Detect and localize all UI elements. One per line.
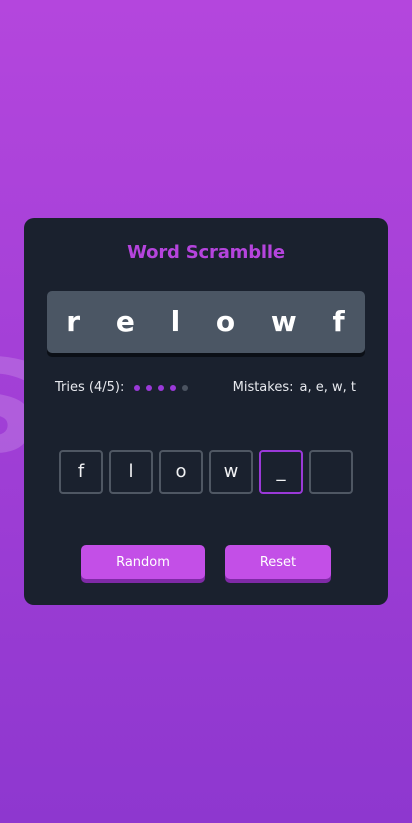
mistakes-indicator: Mistakes: a, e, w, t	[233, 380, 356, 395]
scrambled-word-display: r e l o w f	[47, 291, 365, 353]
reset-button[interactable]: Reset	[225, 545, 331, 579]
try-dot-1	[134, 384, 141, 391]
tries-indicator: Tries (4/5):	[55, 380, 189, 395]
mistakes-letters: a, e, w, t	[299, 380, 357, 395]
try-dot-5	[182, 384, 189, 391]
try-dot-3	[158, 384, 165, 391]
tries-dots	[134, 384, 189, 391]
mistakes-label: Mistakes:	[232, 380, 294, 395]
try-dot-4	[170, 384, 177, 391]
letter-slot-2[interactable]: l	[109, 450, 153, 494]
letter-slot-6[interactable]	[309, 450, 353, 494]
game-card: Word Scramblle r e l o w f Tries (4/5): …	[24, 218, 388, 605]
page-title: Word Scramblle	[127, 242, 285, 263]
answer-slots: f l o w _	[59, 450, 353, 494]
tries-label: Tries (4/5):	[55, 380, 125, 395]
random-button[interactable]: Random	[81, 545, 205, 579]
try-dot-2	[146, 384, 153, 391]
letter-slot-1[interactable]: f	[59, 450, 103, 494]
letter-slot-5[interactable]: _	[259, 450, 303, 494]
letter-slot-4[interactable]: w	[209, 450, 253, 494]
letter-slot-3[interactable]: o	[159, 450, 203, 494]
